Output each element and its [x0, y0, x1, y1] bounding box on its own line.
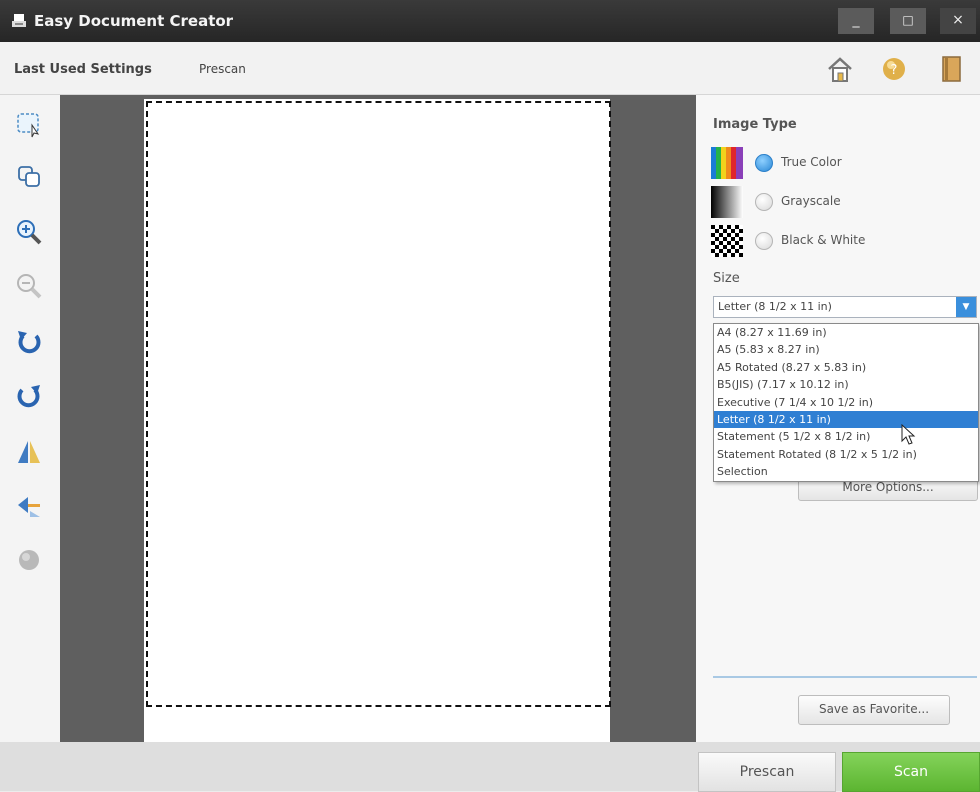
zoom-out-icon[interactable]	[14, 271, 44, 301]
book-icon[interactable]	[938, 54, 966, 84]
black-white-label: Black & White	[781, 233, 866, 247]
help-icon[interactable]: ?	[880, 54, 908, 84]
minimize-button[interactable]: _	[838, 8, 874, 34]
size-heading: Size	[713, 271, 740, 286]
copy-region-icon[interactable]	[14, 161, 44, 191]
app-title: Easy Document Creator	[34, 12, 234, 30]
scan-button[interactable]: Scan	[842, 752, 980, 792]
size-option-b5-jis[interactable]: B5(JIS) (7.17 x 10.12 in)	[714, 376, 978, 393]
rotate-left-icon[interactable]	[14, 327, 44, 357]
rotate-right-icon[interactable]	[14, 381, 44, 411]
size-option-a5[interactable]: A5 (5.83 x 8.27 in)	[714, 341, 978, 358]
bottom-bar: Prescan Scan	[0, 742, 980, 792]
grayscale-swatch-icon	[711, 186, 743, 218]
svg-text:?: ?	[891, 63, 898, 78]
size-option-letter[interactable]: Letter (8 1/2 x 11 in)	[714, 410, 978, 429]
scan-selection-box[interactable]	[146, 101, 611, 707]
size-select[interactable]: Letter (8 1/2 x 11 in) ▼	[713, 296, 977, 318]
true-color-radio[interactable]	[755, 154, 773, 172]
flip-icon[interactable]	[14, 437, 44, 467]
size-select-value: Letter (8 1/2 x 11 in)	[718, 300, 832, 313]
left-toolbar	[0, 95, 60, 742]
grayscale-radio[interactable]	[755, 193, 773, 211]
grayscale-option[interactable]: Grayscale	[711, 186, 971, 218]
save-as-favorite-button[interactable]: Save as Favorite...	[798, 695, 950, 725]
last-used-settings-tab[interactable]: Last Used Settings	[14, 62, 152, 77]
title-bar: Easy Document Creator _ □ ×	[0, 0, 980, 42]
black-white-swatch-icon	[711, 225, 743, 257]
size-option-a4[interactable]: A4 (8.27 x 11.69 in)	[714, 324, 978, 341]
prescan-button[interactable]: Prescan	[698, 752, 836, 792]
zoom-in-icon[interactable]	[14, 217, 44, 247]
size-dropdown-list: A4 (8.27 x 11.69 in) A5 (5.83 x 8.27 in)…	[713, 323, 979, 482]
true-color-option[interactable]: True Color	[711, 147, 971, 179]
size-option-a5-rotated[interactable]: A5 Rotated (8.27 x 5.83 in)	[714, 359, 978, 376]
grayscale-label: Grayscale	[781, 194, 841, 208]
size-option-statement[interactable]: Statement (5 1/2 x 8 1/2 in)	[714, 428, 978, 445]
panel-divider	[713, 676, 977, 678]
prescan-tab[interactable]: Prescan	[199, 62, 246, 76]
preview-area	[60, 95, 696, 742]
image-type-heading: Image Type	[713, 117, 797, 132]
mouse-cursor-icon	[901, 424, 916, 445]
app-logo-icon	[12, 14, 26, 27]
size-option-statement-rotated[interactable]: Statement Rotated (8 1/2 x 5 1/2 in)	[714, 446, 978, 463]
menu-bar: Last Used Settings Prescan ?	[0, 42, 980, 95]
size-option-selection[interactable]: Selection	[714, 463, 978, 480]
size-option-executive[interactable]: Executive (7 1/4 x 10 1/2 in)	[714, 394, 978, 411]
chevron-down-icon[interactable]: ▼	[956, 297, 976, 317]
true-color-swatch-icon	[711, 147, 743, 179]
select-icon[interactable]	[14, 109, 44, 139]
black-white-radio[interactable]	[755, 232, 773, 250]
maximize-button[interactable]: □	[890, 8, 926, 34]
close-button[interactable]: ×	[940, 8, 976, 34]
black-white-option[interactable]: Black & White	[711, 225, 971, 257]
home-icon[interactable]	[826, 54, 854, 84]
crop-icon[interactable]	[14, 491, 44, 521]
true-color-label: True Color	[781, 155, 842, 169]
clear-icon[interactable]	[14, 545, 44, 575]
